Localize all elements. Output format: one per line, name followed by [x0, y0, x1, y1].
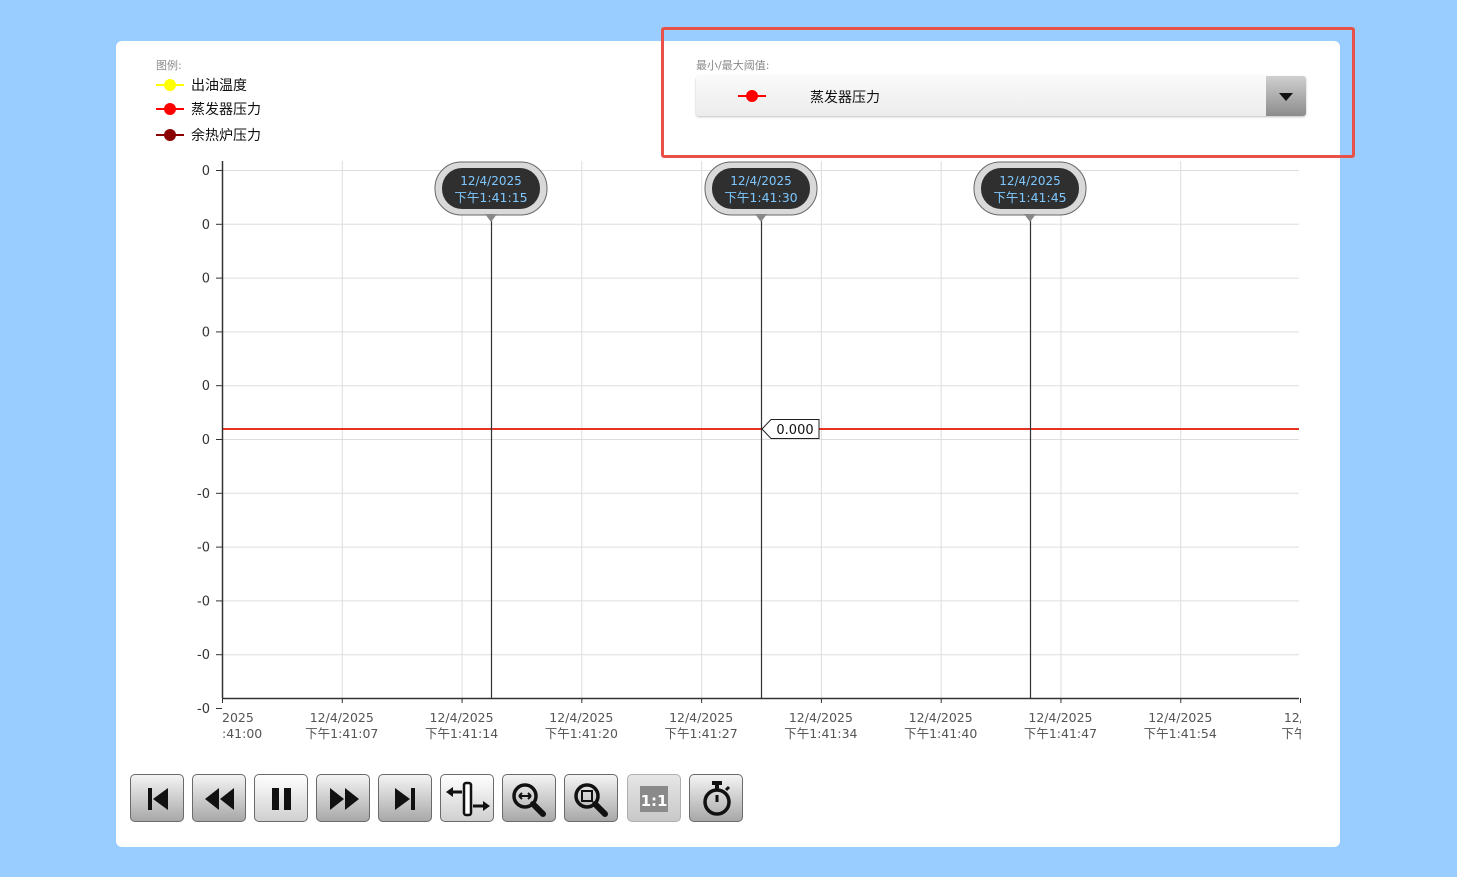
- y-tick-label: -0: [197, 541, 210, 556]
- x-axis-labels: 2025:41:0012/4/2025下午1:41:0712/4/2025下午1…: [222, 710, 1318, 741]
- x-tick-label: 2025: [222, 710, 254, 725]
- x-tick-label: 12/4/: [1284, 710, 1317, 725]
- x-tick-label: 下午1:41:14: [425, 726, 498, 741]
- cursor-date: 12/4/2025: [460, 174, 522, 188]
- x-tick-label: :41:00: [222, 726, 262, 741]
- pause-icon: [272, 788, 291, 810]
- cursor-time: 下午1:41:30: [724, 190, 797, 205]
- skip-last-icon: [395, 788, 415, 810]
- cursor-date: 12/4/2025: [999, 174, 1061, 188]
- cursor-time: 下午1:41:15: [454, 190, 527, 205]
- cursor-date: 12/4/2025: [730, 174, 792, 188]
- ruler-icon: [446, 781, 490, 817]
- x-tick-label: 下午1:: [1281, 726, 1318, 741]
- x-tick-label: 下午1:41:34: [784, 726, 857, 741]
- last-button[interactable]: [378, 774, 432, 822]
- y-tick-label: -0: [197, 648, 210, 663]
- skip-first-icon: [148, 788, 168, 810]
- value-label: 0.000: [761, 419, 820, 439]
- x-tick-label: 12/4/2025: [430, 710, 494, 725]
- x-tick-label: 12/4/2025: [1028, 710, 1092, 725]
- pause-button[interactable]: [254, 774, 308, 822]
- x-tick-label: 下午1:41:47: [1024, 726, 1097, 741]
- zoom-out-button[interactable]: [564, 774, 618, 822]
- time-cursor-tag: 12/4/2025 下午1:41:30: [704, 161, 818, 222]
- zoom-in-icon: [512, 783, 546, 817]
- x-tick-label: 12/4/2025: [1148, 710, 1212, 725]
- x-tick-label: 12/4/2025: [669, 710, 733, 725]
- x-tick-label: 下午1:41:54: [1144, 726, 1217, 741]
- time-cursor-tag: 12/4/2025 下午1:41:15: [434, 161, 548, 222]
- y-tick-label: 0: [202, 379, 210, 394]
- y-tick-label: -0: [197, 594, 210, 609]
- zoom-in-button[interactable]: [502, 774, 556, 822]
- x-tick-label: 12/4/2025: [310, 710, 374, 725]
- x-tick-label: 下午1:41:20: [545, 726, 618, 741]
- first-button[interactable]: [130, 774, 184, 822]
- x-tick-label: 下午1:41:40: [904, 726, 977, 741]
- svg-text:1:1: 1:1: [641, 792, 668, 810]
- cursor-tag-pointer: [1024, 214, 1036, 222]
- fast-forward-button[interactable]: [316, 774, 370, 822]
- rewind-icon: [205, 788, 234, 810]
- cursor-tag-pointer: [755, 214, 767, 222]
- rewind-button[interactable]: [192, 774, 246, 822]
- y-tick-label: 0: [202, 272, 210, 287]
- zoom-out-icon: [574, 783, 608, 817]
- stopwatch-button[interactable]: [689, 774, 743, 822]
- x-tick-label: 12/4/2025: [549, 710, 613, 725]
- y-tick-label: 0: [202, 218, 210, 233]
- fast-forward-icon: [330, 788, 359, 810]
- one-to-one-icon: 1:1: [640, 786, 668, 812]
- time-cursor-tag: 12/4/2025 下午1:41:45: [973, 161, 1087, 222]
- trend-chart: 000000-0-0-0-0-02025:41:0012/4/2025下午1:4…: [197, 161, 1318, 741]
- ruler-button[interactable]: [440, 774, 494, 822]
- y-tick-label: 0: [202, 433, 210, 448]
- x-tick-label: 下午1:41:07: [305, 726, 378, 741]
- original-size-button[interactable]: 1:1: [627, 774, 681, 822]
- stopwatch-icon: [703, 781, 731, 816]
- cursor-tag-pointer: [485, 214, 497, 222]
- y-tick-label: -0: [197, 702, 210, 717]
- cursor-time: 下午1:41:45: [993, 190, 1066, 205]
- y-tick-label: 0: [202, 164, 210, 179]
- x-tick-label: 12/4/2025: [909, 710, 973, 725]
- y-tick-label: 0: [202, 325, 210, 340]
- value-label-text: 0.000: [776, 423, 813, 438]
- x-tick-label: 12/4/2025: [789, 710, 853, 725]
- x-tick-label: 下午1:41:27: [665, 726, 738, 741]
- y-tick-label: -0: [197, 487, 210, 502]
